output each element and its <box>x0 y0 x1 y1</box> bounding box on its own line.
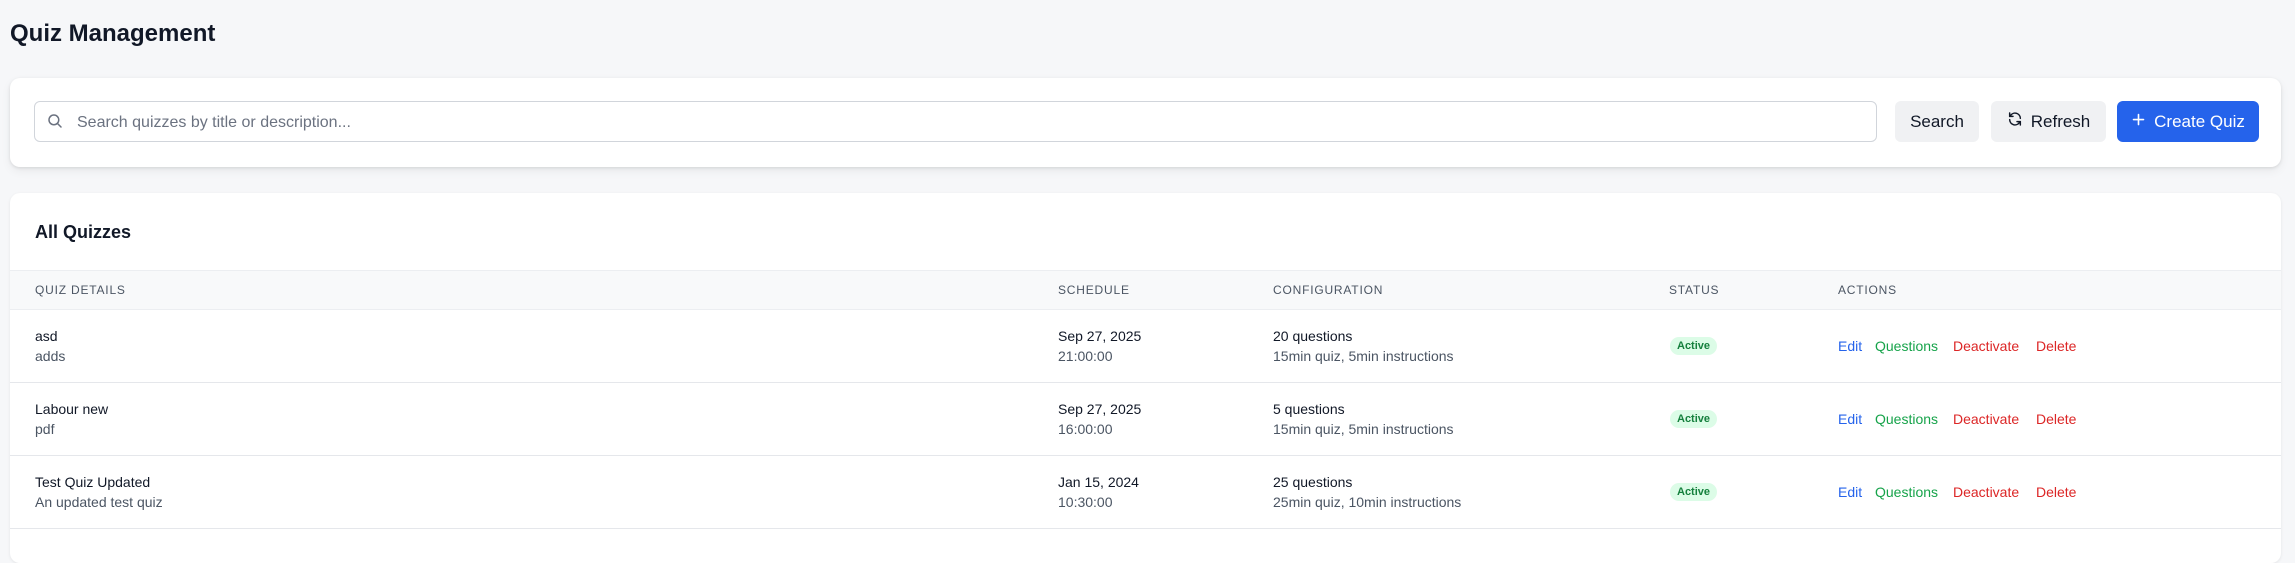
quiz-details-cell: Labour new pdf <box>35 401 108 437</box>
search-toolbar: Search Refresh Create Quiz <box>10 78 2281 167</box>
questions-link[interactable]: Questions <box>1875 338 1938 354</box>
search-icon <box>46 112 64 130</box>
delete-link[interactable]: Delete <box>2036 411 2076 427</box>
quiz-description: adds <box>35 348 66 364</box>
schedule-date: Sep 27, 2025 <box>1058 401 1142 417</box>
search-button[interactable]: Search <box>1895 101 1979 142</box>
page-title: Quiz Management <box>10 20 216 47</box>
duration-info: 15min quiz, 5min instructions <box>1273 421 1454 437</box>
create-quiz-button-label: Create Quiz <box>2154 111 2245 131</box>
edit-link[interactable]: Edit <box>1838 338 1862 354</box>
configuration-cell: 5 questions 15min quiz, 5min instruction… <box>1273 401 1454 437</box>
schedule-time: 16:00:00 <box>1058 421 1113 437</box>
plus-icon <box>2131 112 2146 132</box>
header-status: Status <box>1669 283 1720 297</box>
table-row: Labour new pdf Sep 27, 2025 16:00:00 5 q… <box>10 383 2281 456</box>
table-header: Quiz Details Schedule Configuration Stat… <box>10 270 2281 310</box>
create-quiz-button[interactable]: Create Quiz <box>2117 101 2259 142</box>
edit-link[interactable]: Edit <box>1838 484 1862 500</box>
schedule-time: 10:30:00 <box>1058 494 1113 510</box>
question-count: 20 questions <box>1273 328 1353 344</box>
configuration-cell: 20 questions 15min quiz, 5min instructio… <box>1273 328 1454 364</box>
schedule-date: Sep 27, 2025 <box>1058 328 1142 344</box>
delete-link[interactable]: Delete <box>2036 484 2076 500</box>
table-row: asd adds Sep 27, 2025 21:00:00 20 questi… <box>10 310 2281 383</box>
search-input[interactable] <box>75 102 1869 143</box>
quiz-title: Labour new <box>35 401 109 417</box>
refresh-button[interactable]: Refresh <box>1991 101 2106 142</box>
schedule-cell: Jan 15, 2024 10:30:00 <box>1058 474 1139 510</box>
configuration-cell: 25 questions 25min quiz, 10min instructi… <box>1273 474 1461 510</box>
delete-link[interactable]: Delete <box>2036 338 2076 354</box>
schedule-time: 21:00:00 <box>1058 348 1113 364</box>
questions-link[interactable]: Questions <box>1875 484 1938 500</box>
deactivate-link[interactable]: Deactivate <box>1953 411 2019 427</box>
table-row: Test Quiz Updated An updated test quiz J… <box>10 456 2281 529</box>
quiz-title: Test Quiz Updated <box>35 474 151 490</box>
header-configuration: Configuration <box>1273 283 1384 297</box>
status-badge: Active <box>1670 337 1718 355</box>
table-title: All Quizzes <box>35 222 132 242</box>
duration-info: 15min quiz, 5min instructions <box>1273 348 1454 364</box>
search-button-label: Search <box>1910 111 1964 131</box>
quiz-description: An updated test quiz <box>35 494 163 510</box>
refresh-button-label: Refresh <box>2030 111 2091 131</box>
search-box <box>34 101 1877 143</box>
schedule-date: Jan 15, 2024 <box>1058 474 1139 490</box>
edit-link[interactable]: Edit <box>1838 411 1862 427</box>
schedule-cell: Sep 27, 2025 16:00:00 <box>1058 401 1141 437</box>
question-count: 25 questions <box>1273 474 1353 490</box>
status-badge: Active <box>1670 410 1718 428</box>
quiz-details-cell: Test Quiz Updated An updated test quiz <box>35 474 163 510</box>
quiz-description: pdf <box>35 421 55 437</box>
schedule-cell: Sep 27, 2025 21:00:00 <box>1058 328 1141 364</box>
deactivate-link[interactable]: Deactivate <box>1953 338 2019 354</box>
duration-info: 25min quiz, 10min instructions <box>1273 494 1462 510</box>
header-actions: Actions <box>1838 283 1897 297</box>
quiz-details-cell: asd adds <box>35 328 65 364</box>
questions-link[interactable]: Questions <box>1875 411 1938 427</box>
header-schedule: Schedule <box>1058 283 1130 297</box>
question-count: 5 questions <box>1273 401 1345 417</box>
quiz-title: asd <box>35 328 58 344</box>
refresh-icon <box>2007 111 2023 132</box>
deactivate-link[interactable]: Deactivate <box>1953 484 2019 500</box>
header-quiz-details: Quiz Details <box>35 283 126 297</box>
quizzes-table-card: All Quizzes Quiz Details Schedule Config… <box>10 193 2281 563</box>
status-badge: Active <box>1670 483 1718 501</box>
